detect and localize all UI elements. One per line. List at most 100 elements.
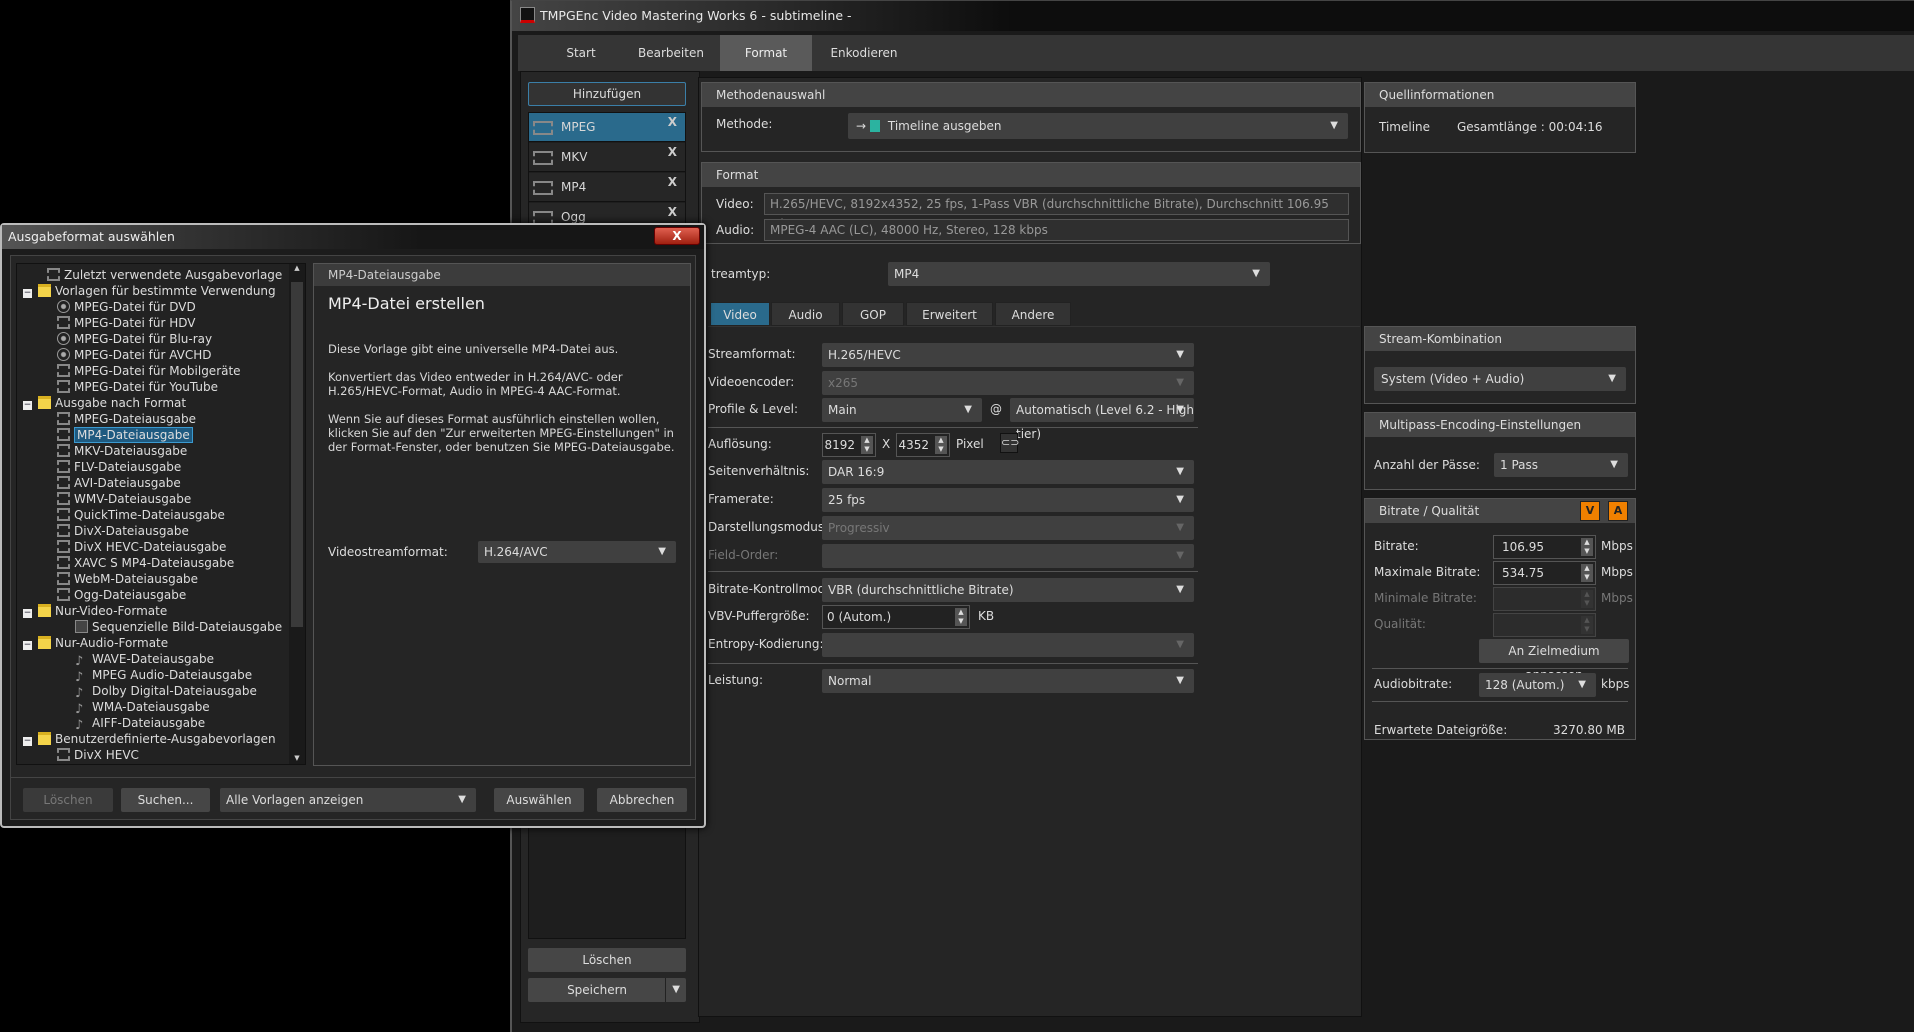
tree-item[interactable]: − Vorlagen für bestimmte Verwendung <box>23 283 276 299</box>
resolution-width-input[interactable]: 8192 ▲ ▼ <box>822 433 876 457</box>
streamtype-select[interactable]: MP4 ▼ <box>888 262 1270 286</box>
tree-item[interactable]: MPEG-Datei für Blu-ray <box>57 331 212 347</box>
tree-item[interactable]: − Benutzerdefinierte-Ausgabevorlagen <box>23 731 276 747</box>
menu-enkodieren[interactable]: Enkodieren <box>816 35 912 71</box>
max-bitrate-input[interactable]: 534.75 (Auto▲▼ <box>1493 561 1596 602</box>
spinner-icon[interactable]: ▲ ▼ <box>935 436 947 454</box>
videostream-select[interactable]: H.264/AVC ▼ <box>478 541 676 563</box>
tree-item[interactable]: MPEG-Dateiausgabe <box>57 411 196 427</box>
spinner-icon[interactable]: ▲ ▼ <box>861 436 873 454</box>
tab-audio[interactable]: Audio <box>771 302 840 326</box>
performance-select[interactable]: Normal ▼ <box>822 669 1194 693</box>
display-mode-select[interactable]: Progressiv ▼ <box>822 516 1194 540</box>
collapse-icon[interactable]: − <box>23 609 32 618</box>
tree-item[interactable]: DivX HEVC <box>57 747 139 763</box>
spinner-icon[interactable]: ▲ ▼ <box>1581 538 1593 556</box>
framerate-select[interactable]: 25 fps ▼ <box>822 488 1194 512</box>
tree-item[interactable]: ♪ AIFF-Dateiausgabe <box>75 715 205 732</box>
tree-item[interactable]: ♪ MPEG Audio-Dateiausgabe <box>75 667 252 684</box>
tree-item[interactable]: DivX HEVC-Dateiausgabe <box>57 539 226 555</box>
spinner-icon[interactable]: ▲ ▼ <box>1581 590 1593 608</box>
output-item-mpeg[interactable]: MPEG X <box>529 113 685 142</box>
tree-item[interactable]: ♪ WAVE-Dateiausgabe <box>75 651 214 668</box>
streamformat-select[interactable]: H.265/HEVC ▼ <box>822 343 1194 367</box>
tree-item[interactable]: MPEG-Datei für YouTube <box>57 379 218 395</box>
tree-item[interactable]: QuickTime-Dateiausgabe <box>57 507 225 523</box>
vbv-input[interactable]: 0 (Autom.) ▲ ▼ <box>822 605 970 629</box>
tab-andere[interactable]: Andere <box>995 302 1071 326</box>
tree-item[interactable]: MPEG-Datei für DVD <box>57 299 196 315</box>
tab-erweitert[interactable]: Erweitert <box>906 302 993 326</box>
tree-item[interactable]: XAVC S MP4-Dateiausgabe <box>57 555 234 571</box>
tree-item[interactable]: MPEG-Datei für HDV <box>57 315 195 331</box>
tree-item[interactable]: AVI-Dateiausgabe <box>57 475 181 491</box>
stream-combination-select[interactable]: System (Video + Audio) ▼ <box>1374 367 1626 391</box>
collapse-icon[interactable]: − <box>23 289 32 298</box>
collapse-icon[interactable]: − <box>23 401 32 410</box>
chevron-down-icon[interactable]: ▼ <box>665 978 680 1002</box>
delete-button[interactable]: Löschen <box>528 948 686 972</box>
scroll-up-icon[interactable]: ▲ <box>289 264 305 272</box>
tree-item[interactable]: MKV-Dateiausgabe <box>57 443 187 459</box>
resolution-height-input[interactable]: 4352 ▲ ▼ <box>896 433 950 457</box>
spinner-icon[interactable]: ▲ ▼ <box>1581 564 1593 582</box>
tree-item[interactable]: WebM-Dateiausgabe <box>57 571 198 587</box>
remove-icon[interactable]: X <box>668 138 677 167</box>
close-button[interactable]: X <box>654 227 700 245</box>
tree-item[interactable]: − Nur-Audio-Formate <box>23 635 168 651</box>
tree-item[interactable]: Ogg-Dateiausgabe <box>57 587 186 603</box>
menu-bearbeiten[interactable]: Bearbeiten <box>622 35 720 71</box>
tree-item[interactable]: FLV-Dateiausgabe <box>57 459 181 475</box>
tree-item[interactable]: WMV-Dateiausgabe <box>57 491 191 507</box>
menu-start[interactable]: Start <box>548 35 614 71</box>
remove-icon[interactable]: X <box>668 168 677 197</box>
tree-item[interactable]: Zuletzt verwendete Ausgabevorlage <box>47 267 282 283</box>
select-button[interactable]: Auswählen <box>494 788 584 812</box>
audio-bitrate-icon[interactable]: A <box>1608 501 1628 521</box>
tab-video[interactable]: Video <box>710 302 770 326</box>
audio-bitrate-select[interactable]: 128 (Autom.) ▼ <box>1479 673 1596 697</box>
field-order-select[interactable]: ▼ <box>822 544 1194 568</box>
tree-item[interactable]: MPEG-Datei für Mobilgeräte <box>57 363 241 379</box>
tree-item[interactable]: DivX-Dateiausgabe <box>57 523 189 539</box>
tree-item[interactable]: Sequenzielle Bild-Dateiausgabe <box>75 619 282 635</box>
spinner-icon[interactable]: ▲ ▼ <box>955 608 967 626</box>
min-bitrate-input[interactable]: ▲ ▼ <box>1493 587 1596 611</box>
passes-select[interactable]: 1 Pass ▼ <box>1494 453 1628 477</box>
output-item-mp4[interactable]: MP4 X <box>529 173 685 202</box>
add-button[interactable]: Hinzufügen <box>528 82 686 106</box>
profile-select[interactable]: Main ▼ <box>822 398 982 422</box>
bitrate-mode-select[interactable]: VBR (durchschnittliche Bitrate) ▼ <box>822 578 1194 602</box>
tree-scrollbar[interactable]: ▲ ▼ <box>289 264 305 764</box>
method-select[interactable]: → Timeline ausgeben ▼ <box>848 113 1348 139</box>
spinner-icon[interactable]: ▲ ▼ <box>1581 616 1593 634</box>
tree-item[interactable]: − Nur-Video-Formate <box>23 603 167 619</box>
scroll-thumb[interactable] <box>291 282 303 627</box>
bitrate-input[interactable]: 106.95 (Auto▲▼ <box>1493 535 1596 576</box>
remove-icon[interactable]: X <box>668 108 677 137</box>
collapse-icon[interactable]: − <box>23 737 32 746</box>
tree-item[interactable]: ♪ WMA-Dateiausgabe <box>75 699 210 716</box>
tree-item[interactable]: MP4-Dateiausgabe <box>57 427 193 443</box>
scroll-down-icon[interactable]: ▼ <box>289 754 305 762</box>
output-item-mkv[interactable]: MKV X <box>529 143 685 172</box>
tree-item[interactable]: − Ausgabe nach Format <box>23 395 186 411</box>
tab-gop[interactable]: GOP <box>842 302 904 326</box>
menu-format[interactable]: Format <box>720 35 812 71</box>
search-button[interactable]: Suchen... <box>121 788 210 812</box>
cancel-button[interactable]: Abbrechen <box>597 788 687 812</box>
entropy-select[interactable]: ▼ <box>822 633 1194 657</box>
video-bitrate-icon[interactable]: V <box>1580 501 1600 521</box>
link-icon[interactable]: ⊂⊃ <box>1000 433 1019 453</box>
quality-input[interactable]: ▲ ▼ <box>1493 613 1596 637</box>
aspect-select[interactable]: DAR 16:9 ▼ <box>822 460 1194 484</box>
save-button[interactable]: Speichern ▼ <box>528 978 686 1002</box>
tree-item[interactable]: ♪ Dolby Digital-Dateiausgabe <box>75 683 257 700</box>
dialog-delete-button[interactable]: Löschen <box>23 788 113 812</box>
tree-item[interactable]: MPEG-Datei für AVCHD <box>57 347 212 363</box>
fit-target-button[interactable]: An Zielmedium anpassen <box>1479 639 1629 682</box>
template-filter-select[interactable]: Alle Vorlagen anzeigen ▼ <box>220 788 476 812</box>
collapse-icon[interactable]: − <box>23 641 32 650</box>
level-select[interactable]: Automatisch (Level 6.2 - High tier) ▼ <box>1010 398 1194 441</box>
videoencoder-select[interactable]: x265 ▼ <box>822 371 1194 395</box>
